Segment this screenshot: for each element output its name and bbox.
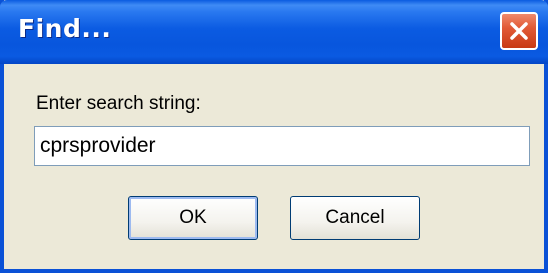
cancel-button[interactable]: Cancel: [290, 196, 420, 240]
close-icon: [510, 22, 528, 40]
close-button[interactable]: [500, 12, 538, 50]
find-dialog: Find... Enter search string: OK Cancel: [0, 0, 548, 273]
search-input[interactable]: [34, 126, 530, 166]
ok-button[interactable]: OK: [128, 196, 258, 240]
dialog-title: Find...: [18, 14, 112, 43]
title-bar[interactable]: Find...: [0, 0, 548, 64]
search-prompt-label: Enter search string:: [36, 93, 201, 114]
